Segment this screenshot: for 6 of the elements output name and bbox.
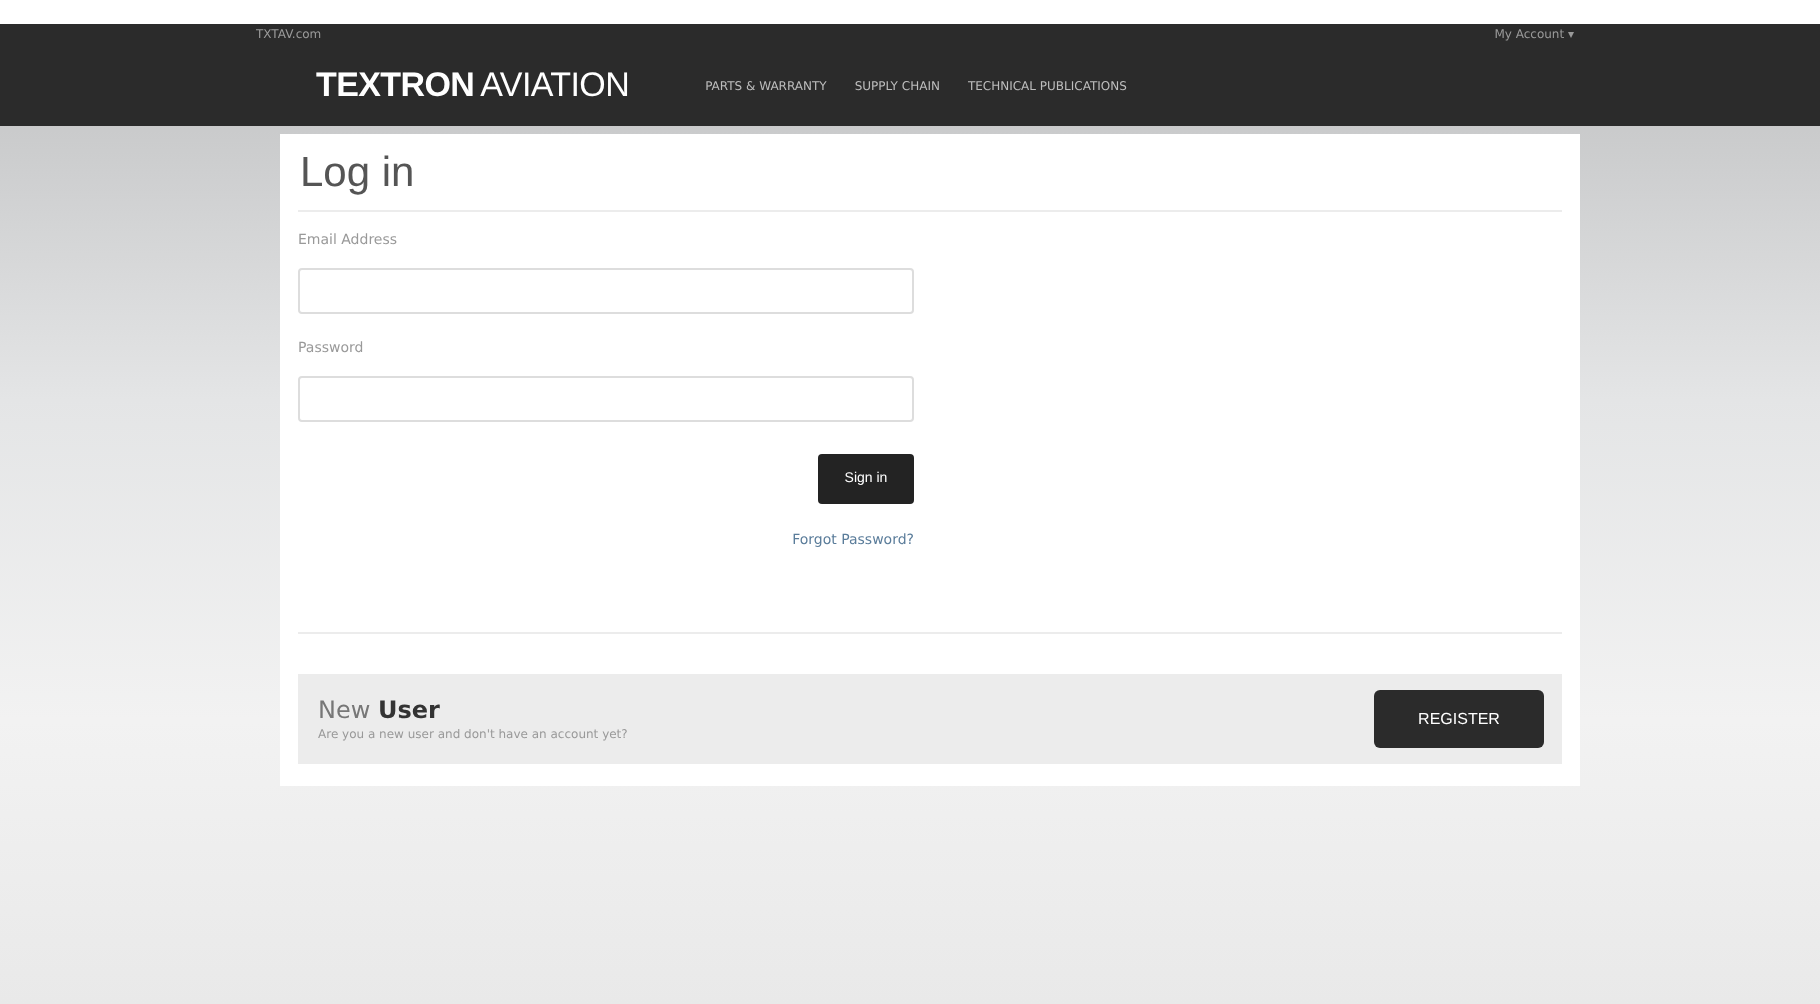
register-button[interactable]: REGISTER [1374, 690, 1544, 748]
input-field[interactable] [298, 376, 914, 422]
logo[interactable]: TEXTRON AVIATION [316, 66, 630, 106]
input-field[interactable] [298, 268, 914, 314]
page-title: Log in [298, 150, 417, 198]
panel-heading: New User [318, 696, 442, 724]
